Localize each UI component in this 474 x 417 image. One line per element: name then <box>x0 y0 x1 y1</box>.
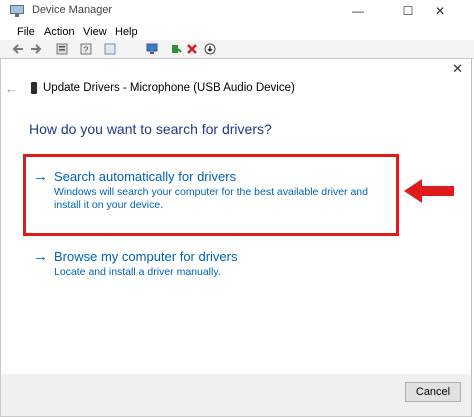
menu-view[interactable]: View <box>83 26 107 38</box>
dialog-footer: Cancel <box>1 374 471 416</box>
device-manager-titlebar: Device Manager — ☐ ✕ <box>0 0 474 22</box>
minimize-button[interactable]: — <box>338 0 378 22</box>
update-driver-icon[interactable] <box>170 43 182 55</box>
monitor-icon[interactable] <box>146 43 158 55</box>
arrow-right-icon: → <box>33 248 48 265</box>
dialog-back-button[interactable]: ← <box>5 81 18 96</box>
update-drivers-dialog: ✕ ← Update Drivers - Microphone (USB Aud… <box>0 58 472 417</box>
dialog-heading: How do you want to search for drivers? <box>29 121 272 137</box>
device-manager-title: Device Manager <box>32 4 113 16</box>
annotation-arrow-icon <box>404 179 454 203</box>
forward-arrow-icon[interactable] <box>30 43 42 55</box>
browse-computer-title: Browse my computer for drivers <box>54 249 238 264</box>
download-icon[interactable] <box>204 43 216 55</box>
properties-icon[interactable] <box>56 43 68 55</box>
close-window-button[interactable]: ✕ <box>420 0 460 22</box>
uninstall-icon[interactable] <box>186 43 198 55</box>
menu-file[interactable]: File <box>17 26 35 38</box>
back-arrow-icon[interactable] <box>12 43 24 55</box>
browse-computer-description: Locate and install a driver manually. <box>54 266 221 278</box>
cancel-button[interactable]: Cancel <box>405 382 461 402</box>
svg-text:?: ? <box>84 46 89 55</box>
dialog-title: Update Drivers - Microphone (USB Audio D… <box>43 82 295 94</box>
menu-action[interactable]: Action <box>44 26 75 38</box>
highlight-box <box>23 154 399 236</box>
menu-bar: File Action View Help <box>0 22 474 40</box>
device-manager-icon <box>10 5 24 17</box>
toolbar: ? <box>0 40 474 59</box>
browse-computer-option[interactable]: → Browse my computer for drivers Locate … <box>27 249 399 281</box>
microphone-device-icon <box>31 82 37 94</box>
menu-help[interactable]: Help <box>115 26 138 38</box>
view-icon[interactable] <box>104 43 116 55</box>
help-icon[interactable]: ? <box>80 43 92 55</box>
dialog-close-button[interactable]: ✕ <box>452 61 463 77</box>
